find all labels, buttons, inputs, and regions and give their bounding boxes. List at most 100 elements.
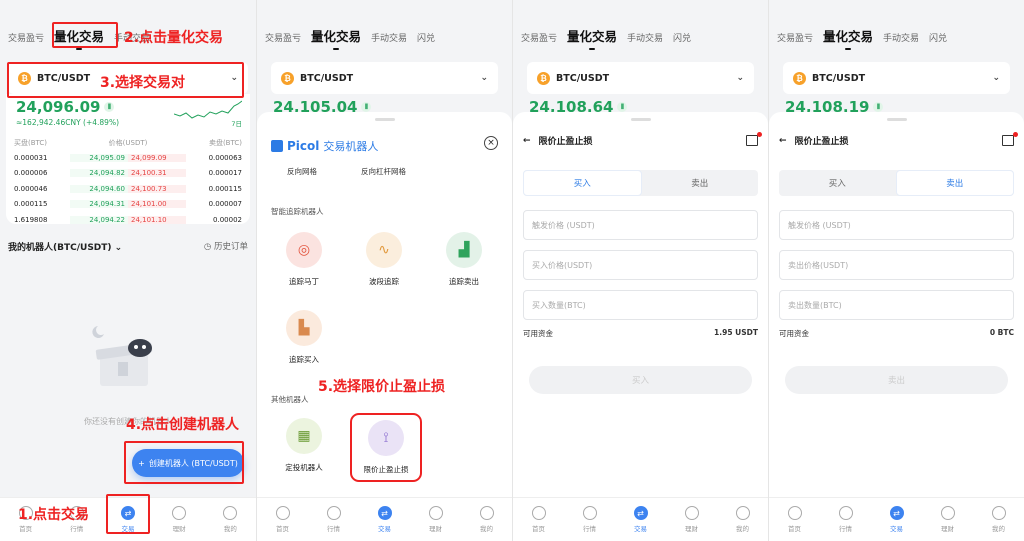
brand-name: Picol: [287, 139, 320, 153]
ob-ask-price: 24,100.31: [128, 169, 187, 178]
nav-me[interactable]: 我的: [210, 506, 250, 533]
tab-manual[interactable]: 手动交易: [371, 31, 407, 44]
close-icon[interactable]: ×: [484, 136, 498, 150]
nav-label: 行情: [70, 525, 84, 533]
tab-manual[interactable]: 手动交易: [627, 31, 663, 44]
nav-trade[interactable]: ⇄ 交易: [877, 506, 917, 533]
live-dot-icon: ⦀: [617, 102, 628, 112]
nav-home[interactable]: 首页: [263, 506, 303, 533]
sheet-title: 限价止盈止损: [794, 137, 849, 147]
trigger-price-input[interactable]: 触发价格 (USDT): [523, 210, 758, 240]
tab-pnl[interactable]: 交易盈亏: [8, 31, 44, 44]
tab-flash[interactable]: 闪兑: [417, 31, 435, 44]
tab-pnl[interactable]: 交易盈亏: [265, 31, 301, 44]
drag-handle[interactable]: [886, 118, 907, 121]
screen-3: 交易盈亏 量化交易 手动交易 闪兑 ₿ BTC/USDT ⌄ 24,108.64…: [512, 0, 768, 541]
trigger-price-input[interactable]: 触发价格 (USDT): [779, 210, 1014, 240]
nav-market[interactable]: 行情: [570, 506, 610, 533]
back-arrow-icon[interactable]: ←: [523, 136, 531, 146]
pair-label: BTC/USDT: [300, 72, 354, 84]
book-icon[interactable]: [1002, 132, 1018, 146]
available-funds: 可用资金 1.95 USDT: [523, 328, 758, 339]
tab-quant[interactable]: 量化交易: [311, 26, 361, 50]
nav-finance[interactable]: 理财: [672, 506, 712, 533]
drag-handle[interactable]: [374, 118, 395, 121]
tab-sell[interactable]: 卖出: [895, 170, 1014, 196]
pair-selector[interactable]: ₿ BTC/USDT ⌄: [271, 62, 498, 94]
buy-amount-input[interactable]: 买入数量(BTC): [523, 290, 758, 320]
nav-label: 行情: [583, 525, 596, 533]
tab-quant[interactable]: 量化交易: [567, 26, 617, 50]
chart-icon: [326, 506, 341, 520]
nav-finance[interactable]: 理财: [416, 506, 456, 533]
sheet-header: ← 限价止盈止损: [523, 132, 762, 147]
tab-flash[interactable]: 闪兑: [929, 31, 947, 44]
tab-flash[interactable]: 闪兑: [673, 31, 691, 44]
tile-dca-robot[interactable]: ▦ 定投机器人: [271, 418, 337, 473]
tab-sell[interactable]: 卖出: [642, 170, 759, 196]
section-smart-tracking: 智能追踪机器人: [271, 207, 324, 216]
tab-buy[interactable]: 买入: [523, 170, 642, 196]
tile-tracking-buy[interactable]: ▙ 追踪买入: [271, 310, 337, 365]
highlight-quant-tab: [52, 22, 118, 48]
available-value: 0 BTC: [989, 328, 1014, 337]
tab-pnl[interactable]: 交易盈亏: [521, 31, 557, 44]
tile-band-tracking[interactable]: ∿ 波段追踪: [351, 232, 417, 287]
nav-finance[interactable]: 理财: [159, 506, 199, 533]
tile-tracking-sell[interactable]: ▟ 追踪卖出: [431, 232, 497, 287]
sell-submit-button[interactable]: 卖出: [785, 366, 1008, 394]
history-orders-link[interactable]: ◷ 历史订单: [204, 240, 248, 252]
empty-robot-illustration: [92, 326, 153, 386]
tab-pnl[interactable]: 交易盈亏: [777, 31, 813, 44]
sell-price-input[interactable]: 卖出价格(USDT): [779, 250, 1014, 280]
tab-manual[interactable]: 手动交易: [883, 31, 919, 44]
sell-amount-input[interactable]: 卖出数量(BTC): [779, 290, 1014, 320]
nav-trade[interactable]: ⇄ 交易: [621, 506, 661, 533]
bars-down-icon: ▙: [286, 310, 322, 346]
tile-tracking-martin[interactable]: ◎ 追踪马丁: [271, 232, 337, 287]
nav-label: 理财: [685, 525, 698, 533]
nav-me[interactable]: 我的: [979, 506, 1019, 533]
ob-bid-amt: 0.000115: [14, 200, 48, 209]
nav-trade[interactable]: ⇄ 交易: [365, 506, 405, 533]
nav-label: 我的: [480, 525, 493, 533]
nav-home[interactable]: 首页: [775, 506, 815, 533]
tile-limit-tp-sl[interactable]: ⟟ 限价止盈止损: [350, 413, 422, 482]
ob-ask-price: 24,099.09: [128, 153, 187, 162]
brand: Picol 交易机器人: [271, 138, 378, 154]
table-row: 0.000046 24,094.60 24,100.73 0.000115: [14, 181, 242, 197]
reverse-leverage-grid-link[interactable]: 反向杠杆网格: [361, 166, 406, 177]
nav-label: 交易: [890, 525, 903, 533]
live-dot-icon: ⦀: [104, 102, 115, 112]
pair-selector[interactable]: ₿ BTC/USDT ⌄: [527, 62, 754, 94]
book-icon[interactable]: [746, 132, 762, 146]
nav-market[interactable]: 行情: [826, 506, 866, 533]
btc-coin-icon: ₿: [537, 71, 550, 85]
reverse-grid-link[interactable]: 反向网格: [287, 166, 317, 177]
nav-home[interactable]: 首页: [519, 506, 559, 533]
pair-selector[interactable]: ₿ BTC/USDT ⌄: [783, 62, 1010, 94]
nav-label: 我的: [992, 525, 1005, 533]
nav-label: 理财: [941, 525, 954, 533]
back-arrow-icon[interactable]: ←: [779, 136, 787, 146]
nav-label: 交易: [378, 525, 391, 533]
ob-bid-price: 24,095.09: [69, 153, 128, 162]
tab-buy[interactable]: 买入: [779, 170, 896, 196]
nav-me[interactable]: 我的: [723, 506, 763, 533]
my-robot-dropdown[interactable]: 我的机器人(BTC/USDT) ⌄: [8, 240, 122, 253]
buy-price-input[interactable]: 买入价格(USDT): [523, 250, 758, 280]
nav-label: 首页: [19, 525, 33, 533]
nav-label: 理财: [429, 525, 442, 533]
tab-quant[interactable]: 量化交易: [823, 26, 873, 50]
top-tabs: 交易盈亏 量化交易 手动交易 闪兑: [521, 26, 760, 50]
drag-handle[interactable]: [630, 118, 651, 121]
user-icon: [223, 506, 238, 520]
nav-finance[interactable]: 理财: [928, 506, 968, 533]
buy-submit-button[interactable]: 买入: [529, 366, 752, 394]
chevron-down-icon: ⌄: [736, 73, 744, 83]
nav-market[interactable]: 行情: [314, 506, 354, 533]
nav-me[interactable]: 我的: [467, 506, 507, 533]
brand-subtitle: 交易机器人: [323, 140, 379, 153]
btc-coin-icon: ₿: [793, 71, 806, 85]
user-icon: [479, 506, 494, 520]
